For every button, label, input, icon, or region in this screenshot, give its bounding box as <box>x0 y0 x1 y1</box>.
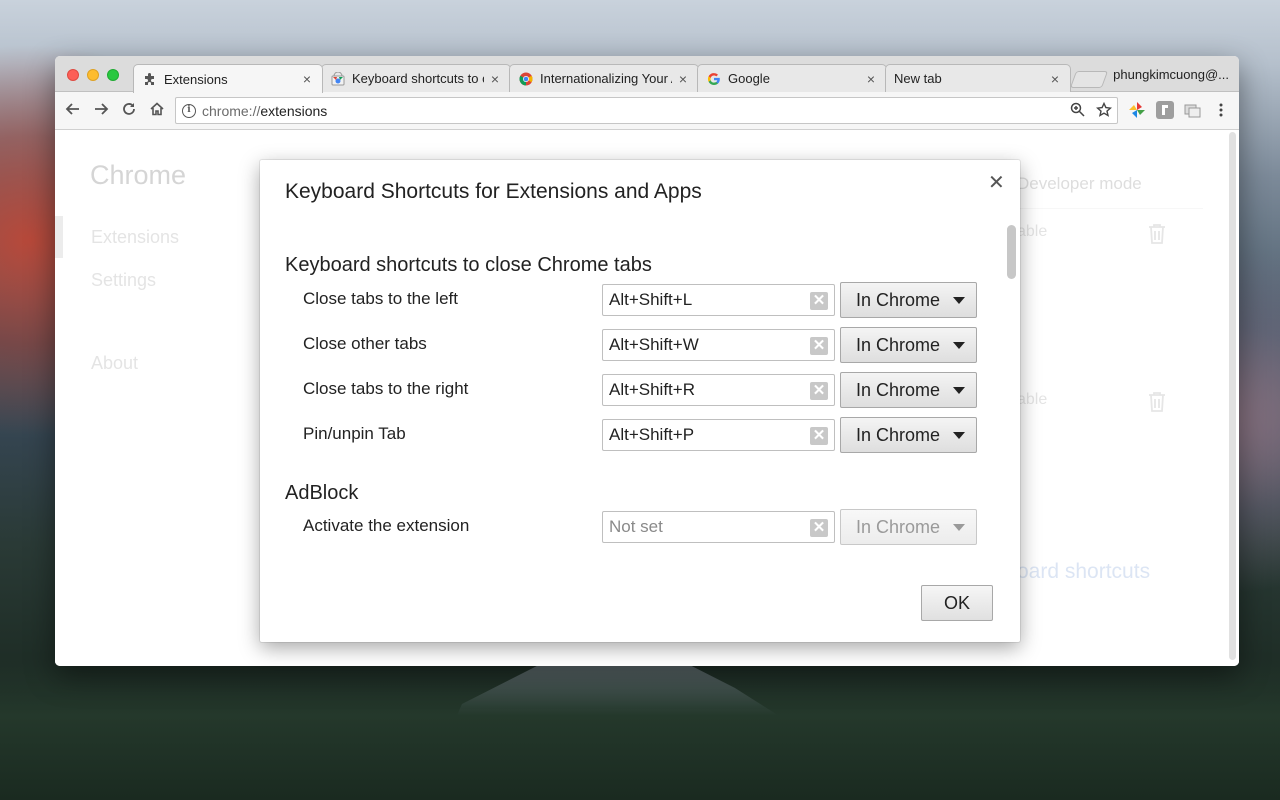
home-icon[interactable] <box>147 101 167 121</box>
shortcut-input[interactable]: Alt+Shift+L ✕ <box>602 284 835 316</box>
desktop-forest <box>0 660 1280 800</box>
tab-strip: Extensions × Keyboard shortcuts to c × I… <box>55 56 1239 93</box>
scope-dropdown[interactable]: In Chrome <box>840 372 977 408</box>
scope-dropdown[interactable]: In Chrome <box>840 327 977 363</box>
new-tab-button[interactable] <box>1069 71 1109 88</box>
scope-value: In Chrome <box>856 380 941 400</box>
tab-google[interactable]: Google × <box>697 64 887 92</box>
window-maximize-button[interactable] <box>107 69 119 81</box>
chevron-down-icon <box>953 432 965 439</box>
tab-extensions[interactable]: Extensions × <box>133 64 323 93</box>
dialog-title: Keyboard Shortcuts for Extensions and Ap… <box>285 180 702 203</box>
extension-windows-icon[interactable] <box>1184 101 1202 119</box>
tab-keyboard-shortcuts[interactable]: Keyboard shortcuts to c × <box>321 64 511 92</box>
shortcut-value: Not set <box>609 517 663 536</box>
chevron-down-icon <box>953 387 965 394</box>
scope-dropdown[interactable]: In Chrome <box>840 417 977 453</box>
window-minimize-button[interactable] <box>87 69 99 81</box>
shortcut-input[interactable]: Alt+Shift+R ✕ <box>602 374 835 406</box>
command-label: Pin/unpin Tab <box>303 424 406 443</box>
kebab-menu-icon[interactable] <box>1212 101 1230 119</box>
clear-shortcut-icon[interactable]: ✕ <box>810 427 828 445</box>
tab-title: New tab <box>894 71 942 86</box>
bookmark-star-icon[interactable] <box>1095 101 1113 123</box>
shortcut-value: Alt+Shift+L <box>609 290 693 309</box>
back-arrow-icon[interactable] <box>63 101 83 121</box>
reload-icon[interactable] <box>119 101 139 121</box>
tab-title: Internationalizing Your A <box>540 71 672 86</box>
clear-shortcut-icon[interactable]: ✕ <box>810 382 828 400</box>
scope-dropdown[interactable]: In Chrome <box>840 509 977 545</box>
command-label: Close other tabs <box>303 334 427 353</box>
address-host: extensions <box>260 102 328 119</box>
tab-close-icon[interactable]: × <box>300 71 314 87</box>
clear-shortcut-icon[interactable]: ✕ <box>810 337 828 355</box>
info-icon[interactable]: i <box>182 103 196 118</box>
scope-value: In Chrome <box>856 335 941 355</box>
shortcut-value: Alt+Shift+R <box>609 380 695 399</box>
scope-value: In Chrome <box>856 425 941 445</box>
dialog-scrollbar[interactable] <box>1007 225 1016 279</box>
tab-title: Extensions <box>164 71 228 87</box>
shortcut-value: Alt+Shift+W <box>609 335 699 354</box>
section-heading: AdBlock <box>285 482 359 504</box>
address-bar[interactable]: i chrome://extensions <box>175 97 1118 124</box>
tab-close-icon[interactable]: × <box>676 71 690 87</box>
shortcut-value: Alt+Shift+P <box>609 425 695 444</box>
tab-internationalizing[interactable]: Internationalizing Your A × <box>509 64 699 92</box>
section-heading: Keyboard shortcuts to close Chrome tabs <box>285 254 652 276</box>
zoom-icon[interactable] <box>1070 102 1085 122</box>
tab-close-icon[interactable]: × <box>864 71 878 87</box>
profile-name[interactable]: phungkimcuong@... <box>1113 67 1229 82</box>
tab-title: Google <box>728 71 770 86</box>
tab-new-tab[interactable]: New tab × <box>885 64 1071 92</box>
shortcut-input[interactable]: Alt+Shift+W ✕ <box>602 329 835 361</box>
tab-close-icon[interactable]: × <box>488 71 502 87</box>
forward-arrow-icon[interactable] <box>91 101 111 121</box>
puzzle-icon <box>142 71 158 87</box>
address-scheme: chrome:// <box>202 102 261 119</box>
chrome-icon <box>518 71 534 87</box>
shortcut-input[interactable]: Alt+Shift+P ✕ <box>602 419 835 451</box>
command-label: Close tabs to the right <box>303 379 469 398</box>
google-icon <box>706 71 722 87</box>
browser-toolbar: i chrome://extensions <box>55 92 1239 130</box>
clear-shortcut-icon[interactable]: ✕ <box>810 292 828 310</box>
clear-shortcut-icon[interactable]: ✕ <box>810 519 828 537</box>
scope-dropdown[interactable]: In Chrome <box>840 282 977 318</box>
close-icon[interactable]: ✕ <box>988 170 1005 195</box>
command-label: Close tabs to the left <box>303 289 458 308</box>
chrome-web-store-icon <box>330 71 346 87</box>
command-label: Activate the extension <box>303 516 470 535</box>
ok-button[interactable]: OK <box>921 585 993 621</box>
extension-pinwheel-icon[interactable] <box>1128 101 1146 119</box>
window-close-button[interactable] <box>67 69 79 81</box>
tab-title: Keyboard shortcuts to c <box>352 71 484 86</box>
keyboard-shortcuts-dialog: Keyboard Shortcuts for Extensions and Ap… <box>260 160 1020 642</box>
scope-value: In Chrome <box>856 517 941 537</box>
shortcut-input[interactable]: Not set ✕ <box>602 511 835 543</box>
extension-gray-icon[interactable] <box>1156 101 1174 119</box>
tab-close-icon[interactable]: × <box>1048 71 1062 87</box>
scope-value: In Chrome <box>856 290 941 310</box>
chevron-down-icon <box>953 297 965 304</box>
chevron-down-icon <box>953 342 965 349</box>
chevron-down-icon <box>953 524 965 531</box>
